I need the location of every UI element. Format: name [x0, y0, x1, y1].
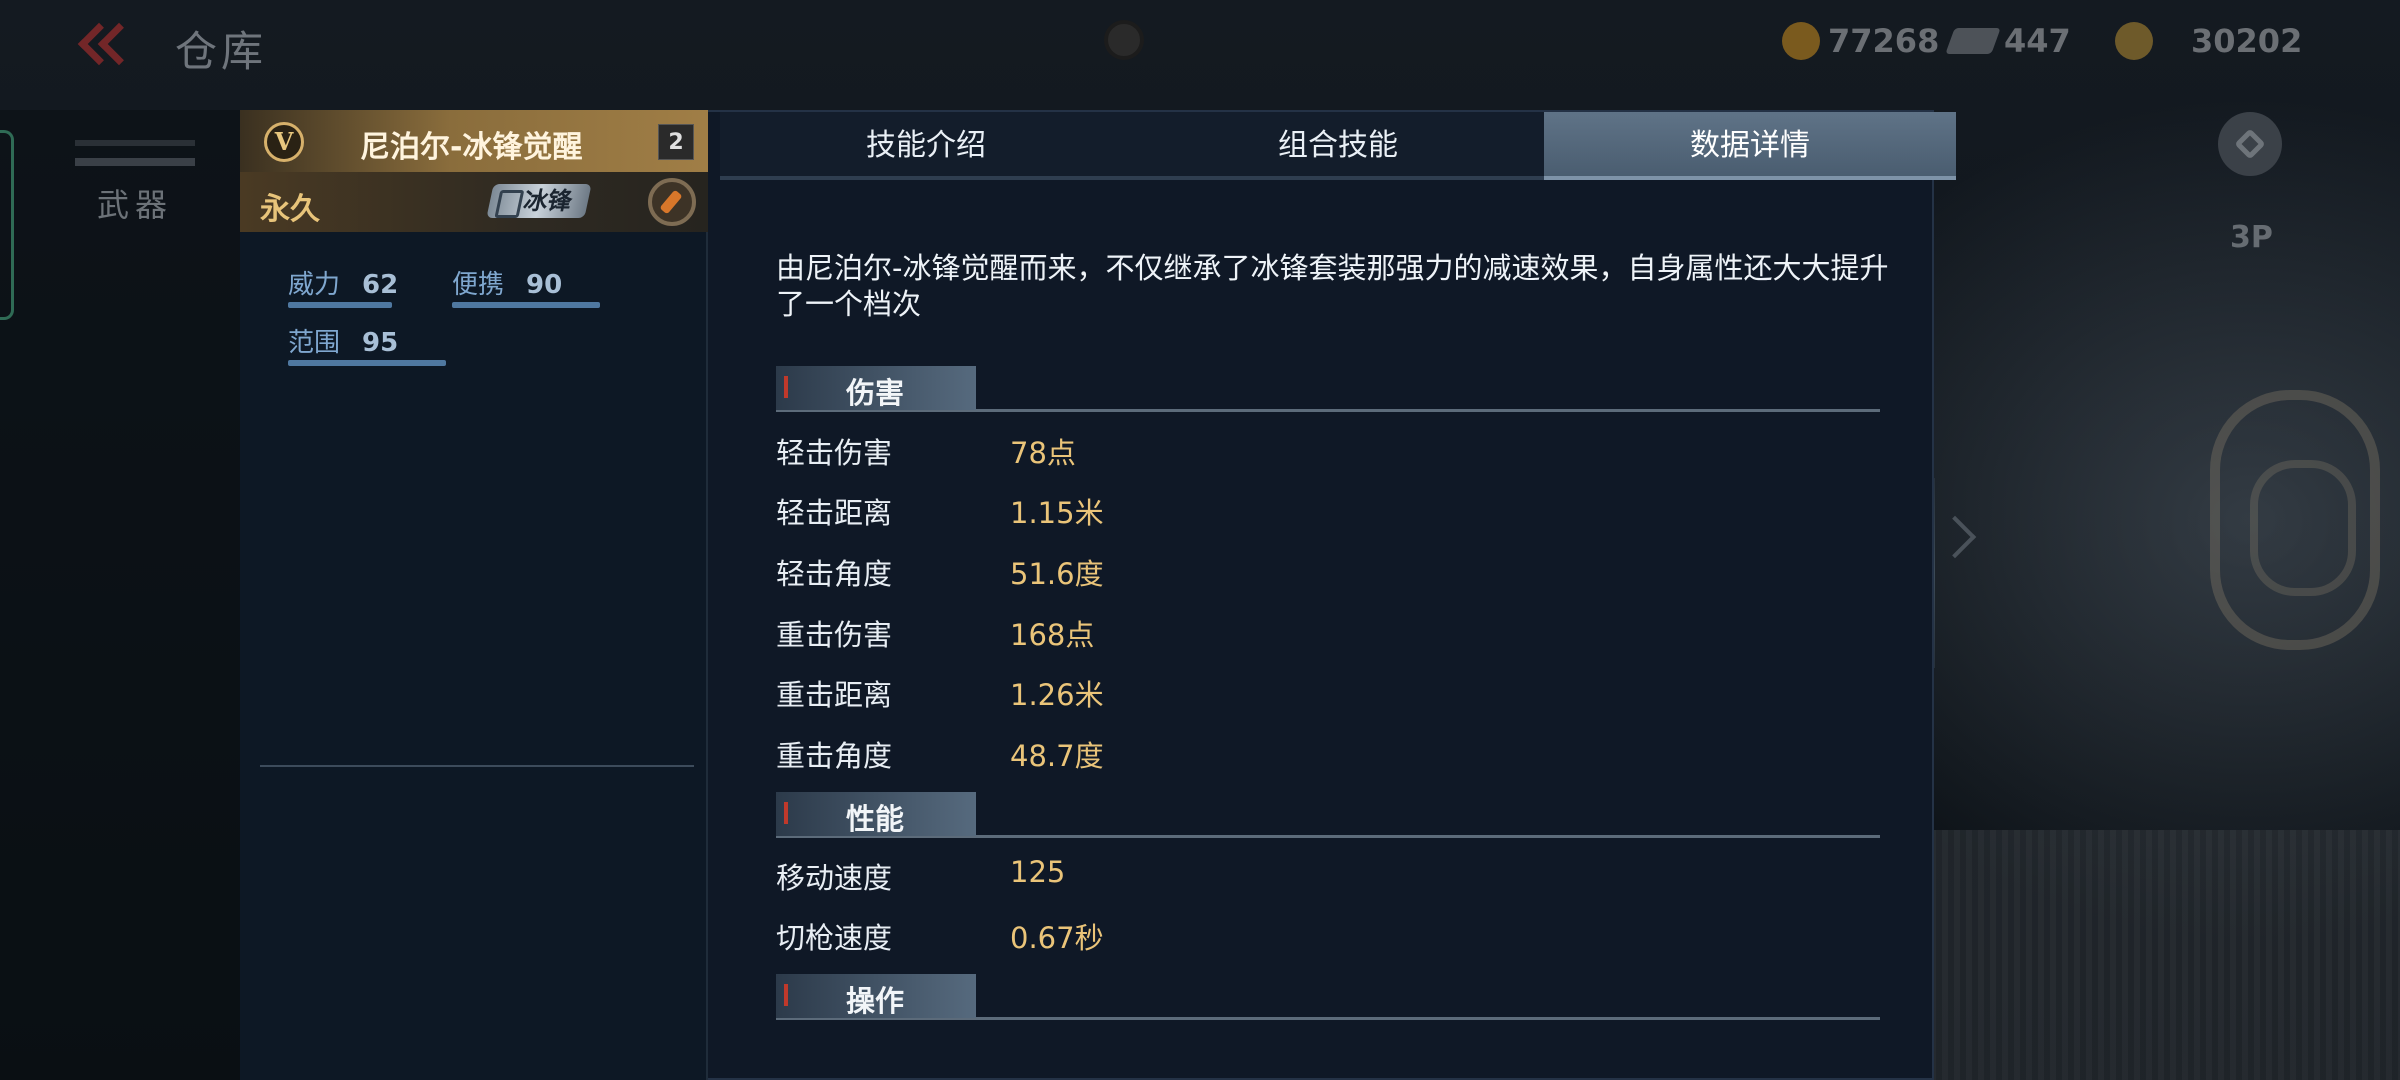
weapon-duration: 永久	[260, 192, 320, 227]
category-weapon-label: 武器	[96, 186, 173, 224]
series-badge: 冰锋	[486, 184, 592, 218]
stat-row-label: 轻击距离	[776, 496, 893, 530]
stat-row: 切枪速度 0.67秒	[776, 915, 1676, 955]
stat-row-value: 1.15米	[1010, 496, 1104, 530]
view-toggle-button[interactable]	[2218, 112, 2282, 176]
tab-bar: 技能介绍 组合技能 数据详情	[720, 112, 1956, 180]
currency-coin[interactable]: 30202	[2115, 22, 2302, 60]
stat-value: 62	[362, 270, 399, 300]
stat-bar	[288, 360, 446, 366]
diamond-icon	[1945, 28, 2001, 54]
currency-value: 77268	[1828, 22, 1940, 60]
stat-row: 轻击距离 1.15米	[776, 490, 1676, 530]
stat-row-label: 移动速度	[776, 861, 893, 895]
stat-row-value: 1.26米	[1010, 678, 1104, 712]
back-button[interactable]	[77, 16, 154, 72]
currency-value: 447	[2004, 22, 2071, 60]
category-panel	[0, 110, 240, 1080]
section-tag: 操作	[776, 974, 976, 1018]
weapon-level-badge: 2	[658, 124, 694, 160]
stat-row-label: 轻击伤害	[776, 436, 893, 470]
category-weapon[interactable]: 武器	[60, 140, 210, 226]
stat-label: 范围	[288, 328, 341, 358]
stat-range: 范围 95	[288, 322, 446, 366]
stat-label: 威力	[288, 270, 341, 300]
modification-icon[interactable]	[648, 178, 696, 226]
stat-row-label: 重击距离	[776, 678, 893, 712]
stat-label: 便携	[452, 270, 505, 300]
background-target	[2210, 390, 2380, 650]
stat-value: 95	[362, 328, 399, 358]
weapon-description: 由尼泊尔-冰锋觉醒而来，不仅继承了冰锋套装那强力的减速效果，自身属性还大大提升了…	[776, 251, 1889, 321]
tab-skill-intro[interactable]: 技能介绍	[720, 112, 1132, 180]
rotate-view-icon	[2234, 128, 2266, 160]
stat-row-value: 51.6度	[1010, 557, 1104, 591]
stat-row-label: 重击伤害	[776, 618, 893, 652]
stat-row-value: 48.7度	[1010, 739, 1104, 773]
stat-portability: 便携 90	[452, 264, 600, 308]
divider	[260, 765, 694, 767]
stat-row: 轻击角度 51.6度	[776, 551, 1676, 591]
stat-bar	[452, 302, 600, 308]
stat-row-value: 0.67秒	[1010, 921, 1104, 955]
top-bar: 仓库 77268 447 30202	[0, 0, 2400, 90]
stat-value: 90	[526, 270, 563, 300]
section-title: 性能	[846, 802, 905, 836]
stat-row-value: 125	[1010, 855, 1066, 889]
section-header-damage: 伤害	[776, 366, 1880, 412]
stat-power: 威力 62	[288, 264, 399, 308]
section-title: 操作	[846, 984, 905, 1018]
weapon-name: 尼泊尔-冰锋觉醒	[360, 130, 583, 165]
currency-value: 30202	[2191, 22, 2303, 60]
weapon-info-panel: V 尼泊尔-冰锋觉醒 2 永久 冰锋 威力 62 便携 90 范围 95	[240, 110, 708, 1080]
currency-diamond[interactable]: 447	[1945, 22, 2071, 60]
section-tag: 性能	[776, 792, 976, 836]
tab-combo-skill[interactable]: 组合技能	[1132, 112, 1544, 180]
category-rail-indicator	[0, 130, 14, 320]
weapon-name-bar: V 尼泊尔-冰锋觉醒 2	[240, 110, 708, 172]
page-title: 仓库	[175, 27, 268, 76]
stat-row: 重击伤害 168点	[776, 612, 1676, 652]
section-tag: 伤害	[776, 366, 976, 410]
details-panel: 技能介绍 组合技能 数据详情 由尼泊尔-冰锋觉醒而来，不仅继承了冰锋套装那强力的…	[708, 110, 1956, 1080]
background-floor	[1930, 830, 2400, 1080]
stat-row: 轻击伤害 78点	[776, 430, 1676, 470]
rank-badge-icon: V	[264, 122, 304, 162]
stat-row-value: 168点	[1010, 618, 1095, 652]
coin-icon	[2115, 22, 2153, 60]
section-header-operation: 操作	[776, 974, 1880, 1020]
stat-row: 重击角度 48.7度	[776, 733, 1676, 773]
section-header-performance: 性能	[776, 792, 1880, 838]
tab-data-details[interactable]: 数据详情	[1544, 112, 1956, 180]
stat-row-value: 78点	[1010, 436, 1076, 470]
currency-gold[interactable]: 77268	[1782, 22, 1939, 60]
stat-bar	[288, 302, 392, 308]
gold-coin-icon	[1782, 22, 1820, 60]
stat-row-label: 重击角度	[776, 739, 893, 773]
camera-dot	[1104, 20, 1144, 60]
weapon-sub-bar: 永久 冰锋	[240, 172, 708, 232]
stat-row: 移动速度 125	[776, 855, 1676, 895]
section-title: 伤害	[846, 376, 905, 410]
stat-row-label: 轻击角度	[776, 557, 893, 591]
third-person-button[interactable]: 3P	[2230, 220, 2273, 255]
stat-row-label: 切枪速度	[776, 921, 893, 955]
stat-row: 重击距离 1.26米	[776, 672, 1676, 712]
rifle-icon	[75, 140, 195, 166]
